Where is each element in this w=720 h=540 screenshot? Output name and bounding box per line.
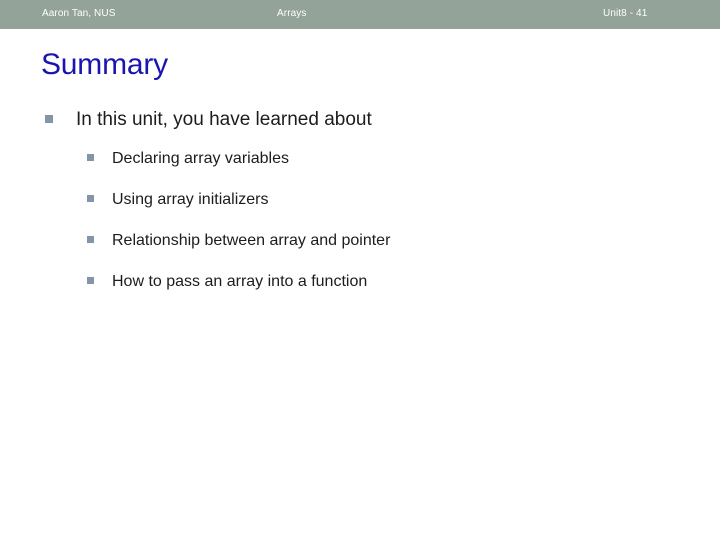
bullet-label: In this unit, you have learned about xyxy=(76,108,372,130)
header-slide-number: Unit8 - 41 xyxy=(603,8,648,19)
square-bullet-icon xyxy=(45,115,53,123)
bullet-label: How to pass an array into a function xyxy=(112,272,368,290)
square-bullet-icon xyxy=(87,195,94,202)
square-bullet-icon xyxy=(87,154,94,161)
list-item: Declaring array variables xyxy=(0,138,720,179)
slide-body: In this unit, you have learned about Dec… xyxy=(0,100,720,302)
list-item: Using array initializers xyxy=(0,179,720,220)
page-title: Summary xyxy=(41,48,168,81)
header-topic: Arrays xyxy=(277,8,307,19)
bullet-label: Using array initializers xyxy=(112,190,269,208)
bullet-label: Relationship between array and pointer xyxy=(112,231,391,249)
bullet-label: Declaring array variables xyxy=(112,149,289,167)
slide-header-bar: Aaron Tan, NUS Arrays Unit8 - 41 xyxy=(0,0,720,29)
list-item: Relationship between array and pointer xyxy=(0,220,720,261)
square-bullet-icon xyxy=(87,277,94,284)
square-bullet-icon xyxy=(87,236,94,243)
list-item: How to pass an array into a function xyxy=(0,261,720,302)
header-author: Aaron Tan, NUS xyxy=(42,8,116,19)
sub-bullet-list: Declaring array variables Using array in… xyxy=(0,138,720,302)
list-item: In this unit, you have learned about xyxy=(0,100,720,138)
